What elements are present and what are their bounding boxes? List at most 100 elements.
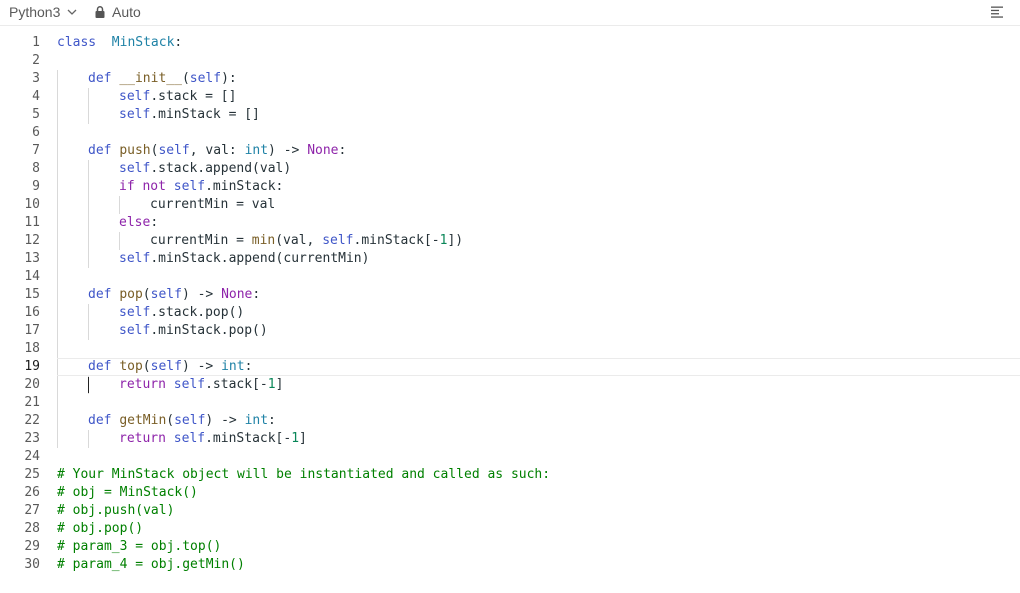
mode-selector[interactable]: Auto (95, 0, 141, 24)
code-token: , val: (189, 143, 245, 158)
indent-guide (57, 412, 58, 430)
code-line[interactable]: 9 if not self.minStack: (0, 178, 1020, 196)
indent-guide (57, 250, 58, 268)
line-number: 29 (24, 539, 40, 554)
code-text: # param_4 = obj.getMin() (57, 556, 245, 574)
code-text: self.minStack = [] (119, 106, 260, 124)
code-line[interactable]: 5 self.minStack = [] (0, 106, 1020, 124)
code-line[interactable]: 14 (0, 268, 1020, 286)
code-text: currentMin = min(val, self.minStack[-1]) (150, 232, 463, 250)
code-token: # param_3 = obj.top() (57, 539, 222, 554)
line-number: 3 (32, 71, 40, 86)
code-token: int (221, 359, 245, 374)
code-line[interactable]: 16 self.stack.pop() (0, 304, 1020, 322)
indent-guide (57, 142, 58, 160)
line-number: 18 (24, 341, 40, 356)
code-line[interactable]: 19 def top(self) -> int: (0, 358, 1020, 376)
code-token: currentMin = val (150, 197, 276, 212)
code-line[interactable]: 29 # param_3 = obj.top() (0, 538, 1020, 556)
code-token: # obj.push(val) (57, 503, 175, 518)
code-token: ) -> (181, 359, 222, 374)
line-number: 30 (24, 557, 40, 572)
line-number: 19 (24, 359, 40, 374)
line-number: 4 (32, 89, 40, 104)
code-line[interactable]: 23 return self.minStack[-1] (0, 430, 1020, 448)
indent-guide (57, 70, 58, 88)
code-token: self (173, 377, 206, 392)
code-editor[interactable]: 1 class MinStack: 2 3 def __init__(self): 4 se… (0, 34, 1020, 584)
code-line[interactable]: 17 self.minStack.pop() (0, 322, 1020, 340)
code-text: # obj.push(val) (57, 502, 174, 520)
code-token: : (268, 413, 276, 428)
line-number: 28 (24, 521, 40, 536)
indent-guide (57, 124, 58, 142)
code-token: .stack = [] (150, 89, 237, 104)
code-token: .minStack[- (205, 431, 292, 446)
code-line[interactable]: 22 def getMin(self) -> int: (0, 412, 1020, 430)
code-token: self (174, 413, 206, 428)
code-token: def (88, 143, 112, 158)
code-line[interactable]: 2 (0, 52, 1020, 70)
code-line[interactable]: 15 def pop(self) -> None: (0, 286, 1020, 304)
code-line[interactable]: 7 def push(self, val: int) -> None: (0, 142, 1020, 160)
code-token: (val, (275, 233, 323, 248)
line-number: 5 (32, 107, 40, 122)
code-token: self (119, 305, 151, 320)
code-line[interactable]: 27 # obj.push(val) (0, 502, 1020, 520)
code-line[interactable]: 13 self.minStack.append(currentMin) (0, 250, 1020, 268)
code-line[interactable]: 6 (0, 124, 1020, 142)
code-token: else (119, 215, 151, 230)
code-line[interactable]: 3 def __init__(self): (0, 70, 1020, 88)
code-token: def (88, 413, 112, 428)
code-token: class (57, 35, 97, 50)
code-line[interactable]: 30 # param_4 = obj.getMin() (0, 556, 1020, 574)
indent-guide (57, 178, 58, 196)
code-line[interactable]: 21 (0, 394, 1020, 412)
code-text: self.stack.append(val) (119, 160, 291, 178)
code-token: ): (221, 71, 237, 86)
code-line[interactable]: 25 # Your MinStack object will be instant… (0, 466, 1020, 484)
line-number: 2 (32, 53, 40, 68)
code-token: ] (275, 377, 284, 392)
code-token: ] (299, 431, 307, 446)
align-left-icon[interactable] (990, 5, 1004, 19)
code-line[interactable]: 8 self.stack.append(val) (0, 160, 1020, 178)
code-line[interactable]: 18 (0, 340, 1020, 358)
code-line[interactable]: 1 class MinStack: (0, 34, 1020, 52)
code-token: self (189, 71, 222, 86)
code-token: .stack.pop() (150, 305, 245, 320)
indent-guide (57, 196, 58, 214)
language-selector[interactable]: Python3 (9, 0, 78, 24)
code-token: __init__ (119, 71, 182, 86)
code-token: pop (119, 287, 143, 302)
code-line[interactable]: 24 (0, 448, 1020, 466)
code-token: ( (142, 287, 151, 302)
code-line[interactable]: 4 self.stack = [] (0, 88, 1020, 106)
code-token: self (173, 431, 206, 446)
indent-guide (119, 232, 120, 250)
code-line[interactable]: 11 else: (0, 214, 1020, 232)
code-token: not (142, 179, 166, 194)
code-line[interactable]: 12 currentMin = min(val, self.minStack[-1… (0, 232, 1020, 250)
code-line[interactable]: 10 currentMin = val (0, 196, 1020, 214)
code-text: self.stack.pop() (119, 304, 244, 322)
code-token: self (173, 179, 206, 194)
code-text: # obj = MinStack() (57, 484, 198, 502)
code-token: : (244, 359, 253, 374)
code-line[interactable]: 28 # obj.pop() (0, 520, 1020, 538)
code-token: self (158, 143, 190, 158)
code-token: : (338, 143, 347, 158)
code-line[interactable]: 20 return self.stack[-1] (0, 376, 1020, 394)
line-number: 12 (24, 233, 40, 248)
line-number: 26 (24, 485, 40, 500)
code-token: : (252, 287, 261, 302)
indent-guide (57, 340, 58, 358)
code-token: .stack[- (205, 377, 268, 392)
code-text: def getMin(self) -> int: (88, 412, 276, 430)
indent-guide (88, 160, 89, 178)
code-token: # param_4 = obj.getMin() (57, 557, 245, 572)
code-text: currentMin = val (150, 196, 275, 214)
line-number: 8 (32, 161, 40, 176)
code-line[interactable]: 26 # obj = MinStack() (0, 484, 1020, 502)
